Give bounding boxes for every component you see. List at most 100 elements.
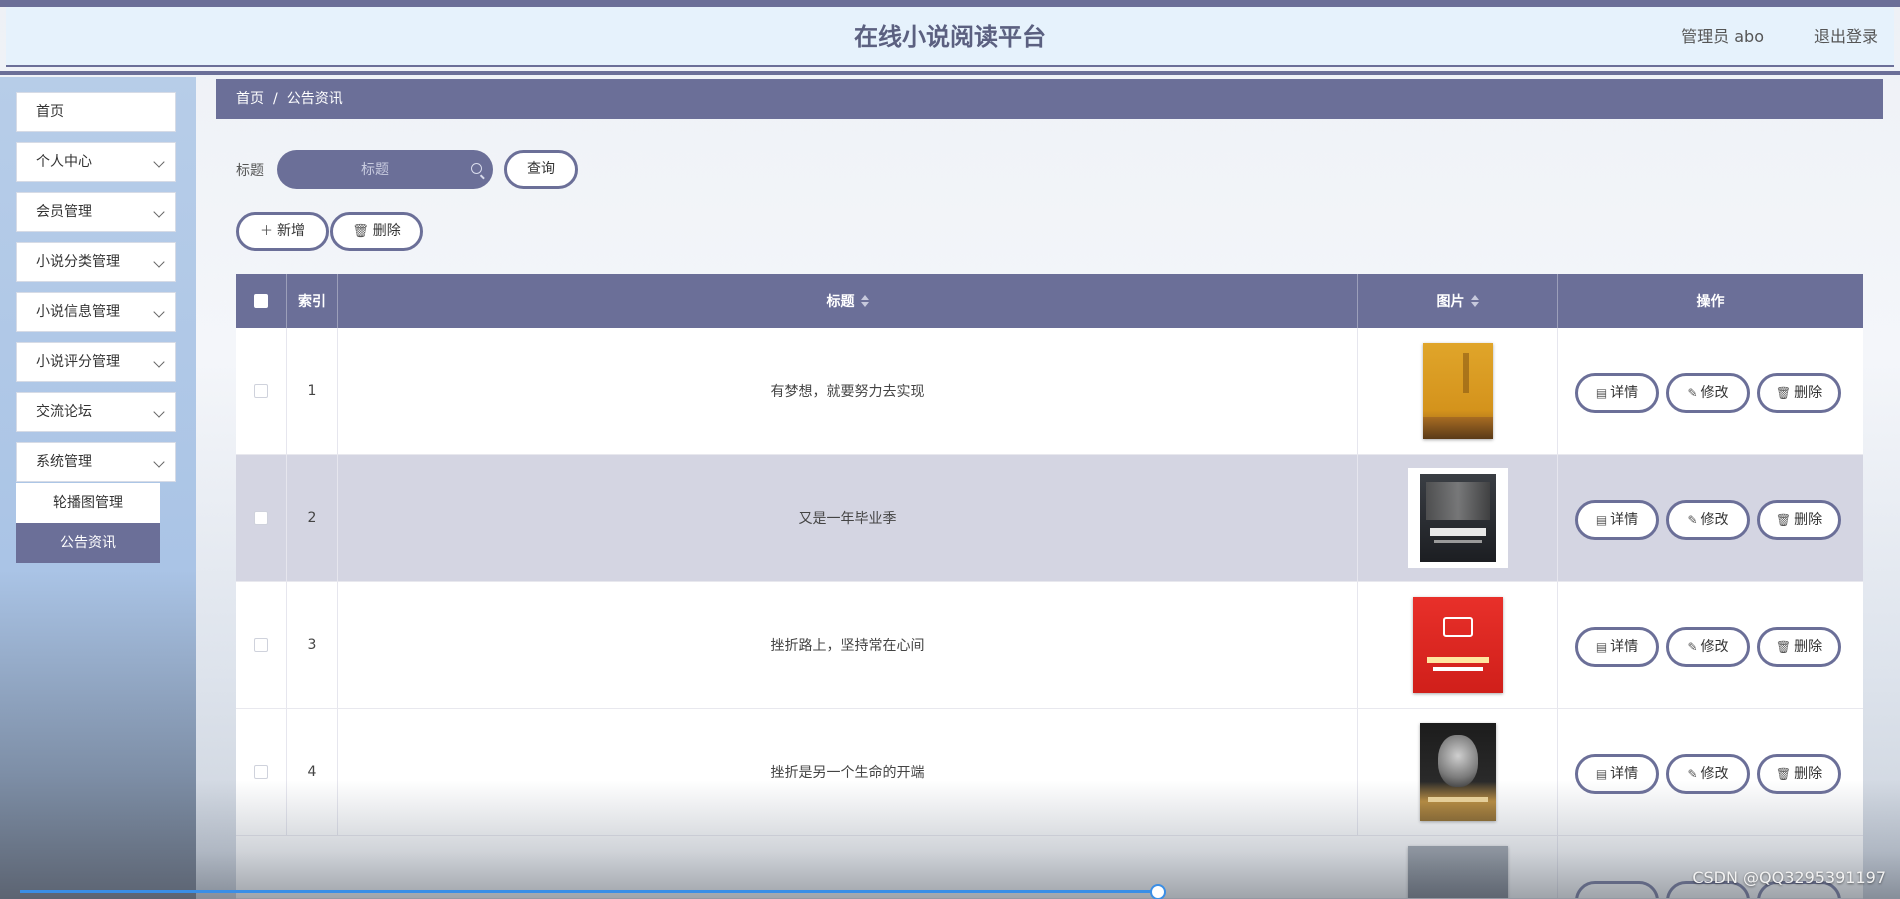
sort-icon[interactable] — [1470, 295, 1479, 307]
book-cover-image[interactable] — [1407, 846, 1508, 898]
book-cover-image[interactable] — [1412, 597, 1503, 693]
document-icon: ▤ — [1595, 386, 1608, 400]
add-button[interactable]: ＋ 新增 — [236, 212, 329, 251]
select-all-checkbox[interactable] — [254, 294, 268, 308]
delete-button[interactable]: 🗑 删除 — [1757, 754, 1841, 794]
chevron-down-icon — [153, 456, 165, 468]
chevron-down-icon — [153, 356, 165, 368]
cover-monitor-graphic — [1442, 617, 1473, 637]
header-title[interactable]: 标题 — [338, 274, 1358, 328]
table-row: 4 挫折是另一个生命的开端 ▤ 详情 ✎ 修改 🗑 删除 — [236, 709, 1863, 836]
detail-button-label: 详情 — [1610, 766, 1639, 782]
delete-button-label: 删除 — [1794, 766, 1823, 782]
video-progress-bar[interactable] — [20, 890, 1160, 893]
book-cover-image[interactable] — [1422, 343, 1493, 439]
system-submenu: 轮播图管理 公告资讯 — [16, 483, 160, 563]
header-index: 索引 — [287, 274, 338, 328]
row-actions-cell: ▤ 详情 ✎ 修改 🗑 删除 — [1558, 709, 1863, 835]
logout-link[interactable]: 退出登录 — [1814, 7, 1878, 67]
row-actions-cell: ▤ 详情 ✎ 修改 🗑 删除 — [1558, 455, 1863, 581]
submenu-item-announcements[interactable]: 公告资讯 — [16, 523, 160, 563]
sidebar-item-label: 小说分类管理 — [36, 254, 120, 270]
top-frame-strip — [0, 0, 1900, 7]
add-button-label: 新增 — [277, 223, 305, 239]
submenu-item-carousel[interactable]: 轮播图管理 — [16, 483, 160, 523]
detail-button[interactable]: ▤ 详情 — [1575, 754, 1659, 794]
table-row: 2 又是一年毕业季 ▤ 详情 ✎ 修改 🗑 删除 — [236, 455, 1863, 582]
breadcrumb-home[interactable]: 首页 — [236, 91, 264, 107]
edit-button[interactable]: ✎ 修改 — [1666, 627, 1750, 667]
app-header: 在线小说阅读平台 管理员 abo 退出登录 — [0, 7, 1900, 75]
admin-user-label: 管理员 abo — [1681, 27, 1764, 46]
cover-photo — [1425, 482, 1490, 520]
query-button[interactable]: 查询 — [504, 150, 578, 189]
trash-icon: 🗑 — [1775, 513, 1792, 527]
document-icon: ▤ — [1595, 767, 1608, 781]
sidebar-item-rating-management[interactable]: 小说评分管理 — [16, 342, 176, 382]
edit-button[interactable]: ✎ 修改 — [1666, 754, 1750, 794]
search-label: 标题 — [236, 163, 264, 179]
row-title: 挫折路上，坚持常在心间 — [338, 582, 1358, 708]
pencil-icon: ✎ — [1687, 513, 1698, 527]
delete-button[interactable]: 🗑 删除 — [1757, 500, 1841, 540]
cover-subtitle-bar — [1433, 540, 1482, 543]
book-cover-image[interactable] — [1419, 723, 1496, 821]
sidebar-item-forum[interactable]: 交流论坛 — [16, 392, 176, 432]
cover-art — [1419, 474, 1496, 562]
search-box — [277, 150, 493, 189]
row-checkbox[interactable] — [254, 638, 268, 652]
row-checkbox[interactable] — [254, 384, 268, 398]
cover-title-bar — [1429, 528, 1486, 536]
sidebar-item-label: 首页 — [36, 104, 64, 120]
table-row: 3 挫折路上，坚持常在心间 ▤ 详情 ✎ 修改 🗑 删除 — [236, 582, 1863, 709]
breadcrumb-separator: / — [273, 91, 278, 107]
row-title: 有梦想，就要努力去实现 — [338, 328, 1358, 454]
row-actions-cell — [1558, 836, 1863, 898]
row-title: 挫折是另一个生命的开端 — [338, 709, 1358, 835]
search-input[interactable] — [277, 150, 493, 189]
sort-icon[interactable] — [860, 295, 869, 307]
delete-button[interactable]: 🗑 删除 — [1757, 373, 1841, 413]
header-image[interactable]: 图片 — [1358, 274, 1558, 328]
delete-button[interactable]: 🗑 删除 — [1757, 627, 1841, 667]
pencil-icon: ✎ — [1687, 640, 1698, 654]
sidebar-item-novel-info-management[interactable]: 小说信息管理 — [16, 292, 176, 332]
detail-button[interactable]: ▤ 详情 — [1575, 500, 1659, 540]
sidebar-item-system-management[interactable]: 系统管理 — [16, 442, 176, 482]
breadcrumb-current: 公告资讯 — [286, 91, 343, 107]
row-checkbox[interactable] — [254, 511, 268, 525]
detail-button[interactable] — [1575, 881, 1659, 898]
sidebar-item-label: 会员管理 — [36, 204, 92, 220]
sidebar-item-label: 小说信息管理 — [36, 304, 120, 320]
detail-button[interactable]: ▤ 详情 — [1575, 373, 1659, 413]
edit-button-label: 修改 — [1700, 639, 1729, 655]
sidebar-item-category-management[interactable]: 小说分类管理 — [16, 242, 176, 282]
row-image-cell — [1358, 836, 1558, 898]
chevron-down-icon — [153, 156, 165, 168]
cover-title-bar — [1426, 657, 1489, 663]
sidebar-item-personal-center[interactable]: 个人中心 — [16, 142, 176, 182]
document-icon: ▤ — [1595, 640, 1608, 654]
sidebar-item-member-management[interactable]: 会员管理 — [16, 192, 176, 232]
detail-button[interactable]: ▤ 详情 — [1575, 627, 1659, 667]
search-icon[interactable] — [471, 163, 482, 174]
video-progress-handle[interactable] — [1150, 884, 1166, 899]
pencil-icon: ✎ — [1687, 386, 1698, 400]
edit-button[interactable]: ✎ 修改 — [1666, 500, 1750, 540]
detail-button-label: 详情 — [1610, 639, 1639, 655]
detail-button-label: 详情 — [1610, 512, 1639, 528]
chevron-down-icon — [153, 406, 165, 418]
row-checkbox[interactable] — [254, 765, 268, 779]
sidebar-item-home[interactable]: 首页 — [16, 92, 176, 132]
bulk-delete-button[interactable]: 🗑 删除 — [330, 212, 423, 251]
row-title: 又是一年毕业季 — [338, 455, 1358, 581]
edit-button-label: 修改 — [1700, 512, 1729, 528]
row-select-cell — [236, 455, 287, 581]
edit-button-label: 修改 — [1700, 385, 1729, 401]
header-image-label: 图片 — [1436, 294, 1465, 310]
trash-icon: 🗑 — [1775, 386, 1792, 400]
edit-button[interactable]: ✎ 修改 — [1666, 373, 1750, 413]
book-cover-image[interactable] — [1407, 468, 1508, 568]
row-actions-cell: ▤ 详情 ✎ 修改 🗑 删除 — [1558, 328, 1863, 454]
cover-title-strip — [1462, 353, 1469, 393]
